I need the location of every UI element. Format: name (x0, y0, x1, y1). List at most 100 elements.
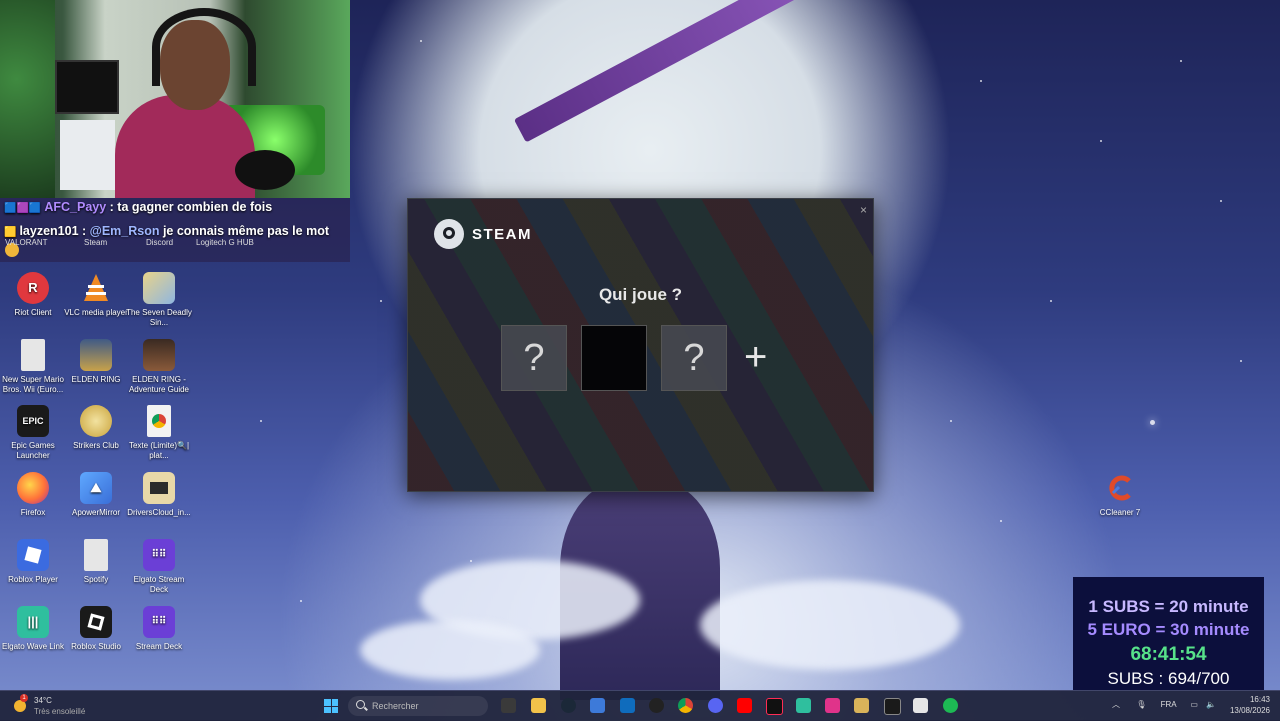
chat-text: je connais même pas le mot (159, 224, 329, 238)
notepad-icon[interactable] (913, 698, 928, 713)
desktop-icon-roblox-studio[interactable]: Roblox Studio (63, 606, 129, 652)
clock[interactable]: 16:43 13/08/2026 (1230, 694, 1270, 716)
desktop-icon-strikers-club[interactable]: Strikers Club (63, 405, 129, 451)
wallpaper-cloud (360, 620, 540, 680)
volume-icon[interactable]: 🔈 (1206, 700, 1216, 709)
desktop-icon-elgato-stream-deck[interactable]: ⠿⠿ Elgato Stream Deck (126, 539, 192, 595)
youtube-icon[interactable] (737, 698, 752, 713)
tiktok-icon[interactable] (766, 698, 783, 715)
ccleaner-icon (1104, 472, 1136, 504)
chat-username: layzen101 (19, 224, 79, 238)
strikers-club-icon (80, 405, 112, 437)
chevron-up-icon[interactable]: ︿ (1112, 700, 1120, 709)
steam-icon (434, 219, 464, 249)
desktop-icon-vlc[interactable]: VLC media player (63, 272, 129, 318)
roblox-studio-icon (80, 606, 112, 638)
desktop-icon-label: Roblox Player (8, 575, 58, 584)
microphone-icon[interactable]: 🎙 (1136, 700, 1146, 709)
obs-icon[interactable] (649, 698, 664, 713)
chrome-icon (147, 405, 171, 437)
profile-unknown-1[interactable]: ? (501, 325, 567, 391)
desktop-label-logitech: Logitech G HUB (196, 238, 254, 247)
language-indicator[interactable]: FRA (1161, 700, 1177, 709)
euro-rate-text: 5 EURO = 30 minute (1087, 620, 1250, 639)
network-icon[interactable]: ▭ (1190, 700, 1198, 709)
desktop-icon-label: ApowerMirror (71, 508, 120, 517)
clock-date: 13/08/2026 (1229, 706, 1270, 715)
webcam-feed (0, 0, 350, 198)
steam-brand-text: STEAM (472, 225, 532, 243)
start-button[interactable] (324, 699, 338, 713)
subs-rate-text: 1 SUBS = 20 minute (1088, 597, 1249, 616)
desktop-icon-label: Spotify (83, 575, 109, 584)
chat-text: : ta gagner combien de fois (106, 200, 273, 214)
desktop-icon-label: Elgato Stream Deck (133, 575, 185, 594)
elgato-icon[interactable] (825, 698, 840, 713)
epic-games-icon: EPIC (17, 405, 49, 437)
profile-unknown-2[interactable]: ? (661, 325, 727, 391)
desktop-icon-mario-wii[interactable]: New Super Mario Bros. Wii (Euro... (0, 339, 66, 395)
desktop-icon-label: CCleaner 7 (1099, 508, 1141, 517)
dialog-title: Qui joue ? (598, 285, 683, 304)
chat-username: AFC_Payy (44, 200, 107, 214)
stream-deck-icon: ⠿⠿ (143, 606, 175, 638)
desktop-icon-elden-ring-guide[interactable]: ELDEN RING - Adventure Guide (126, 339, 192, 395)
chat-overlay: 🟦🟪🟦 AFC_Payy : ta gagner combien de fois … (0, 198, 350, 262)
desktop-icon-label: Stream Deck (135, 642, 183, 651)
desktop-icon-elden-ring[interactable]: ELDEN RING (63, 339, 129, 385)
roblox-player-icon (17, 539, 49, 571)
close-button[interactable]: × (860, 203, 867, 217)
weather-description: Très ensoleillé (34, 707, 86, 716)
subathon-counter: 1 SUBS = 20 minute 5 EURO = 30 minute 68… (1073, 577, 1264, 690)
clock-time: 16:43 (1249, 695, 1270, 704)
profile-avatar[interactable] (581, 325, 647, 391)
folder-icon[interactable] (531, 698, 546, 713)
chat-message: 🟦🟪🟦 AFC_Payy : ta gagner combien de fois (4, 200, 272, 214)
file-icon (21, 339, 45, 371)
file-explorer-icon[interactable] (501, 698, 516, 713)
add-profile-button[interactable]: + (744, 331, 767, 383)
desktop-icon-seven-deadly-sins[interactable]: The Seven Deadly Sin... (126, 272, 192, 328)
drivers-cloud-icon (143, 472, 175, 504)
wave-link-icon: ||| (17, 606, 49, 638)
chat-message: 🟨 layzen101 : @Em_Rson je connais même pa… (4, 224, 329, 238)
desktop-icon-driverscloud[interactable]: DriversCloud_in... (126, 472, 192, 518)
desktop-icon-apowermirror[interactable]: ⛰ ApowerMirror (63, 472, 129, 518)
chat-badges: 🟦🟪🟦 (4, 203, 42, 214)
chrome-icon[interactable] (678, 698, 693, 713)
desktop-icon-label: Roblox Studio (71, 642, 121, 651)
desktop-icon-firefox[interactable]: Firefox (0, 472, 66, 518)
steam-profile-dialog: STEAM × Qui joue ? ? ? + (407, 198, 874, 492)
desktop-icon-label: Strikers Club (73, 441, 119, 450)
desktop-icon-label: New Super Mario Bros. Wii (Euro... (2, 375, 64, 394)
weather-widget[interactable]: 1 34°C Très ensoleillé (12, 694, 122, 718)
desktop-icon-elgato-wave-link[interactable]: ||| Elgato Wave Link (0, 606, 66, 652)
discord-icon[interactable] (708, 698, 723, 713)
store-icon[interactable] (590, 698, 605, 713)
desktop-icon-riot-client[interactable]: R Riot Client (0, 272, 66, 318)
search-placeholder: Rechercher (372, 701, 419, 711)
desktop-icon-texte-limite[interactable]: Texte (Limite)🔍| plat... (126, 405, 192, 461)
desktop-icon-roblox-player[interactable]: Roblox Player (0, 539, 66, 585)
steam-logo: STEAM (434, 219, 532, 249)
outlook-icon[interactable] (620, 698, 635, 713)
wave-link-icon[interactable] (796, 698, 811, 713)
desktop-icon-label: ELDEN RING - Adventure Guide (128, 375, 190, 394)
desktop-icon-spotify[interactable]: Spotify (63, 539, 129, 585)
desktop-label-discord: Discord (146, 238, 174, 247)
desktop-icon-ccleaner[interactable]: CCleaner 7 (1087, 472, 1153, 518)
wallpaper-sword (513, 0, 818, 143)
desktop-icon-label: Elgato Wave Link (2, 642, 64, 651)
desktop-icon-label: DriversCloud_in... (127, 508, 191, 517)
desktop-icon-epic-games[interactable]: EPIC Epic Games Launcher (0, 405, 66, 461)
elden-ring-icon (80, 339, 112, 371)
epic-games-icon[interactable] (884, 698, 901, 715)
desktop-icon-stream-deck[interactable]: ⠿⠿ Stream Deck (126, 606, 192, 652)
desktop-icon-label: Riot Client (14, 308, 52, 317)
desktop-label-steam: Steam (84, 238, 108, 247)
spotify-icon[interactable] (943, 698, 958, 713)
desktop-icon-label: Texte (Limite)🔍| plat... (128, 441, 190, 460)
taskbar-search[interactable]: Rechercher (348, 696, 488, 716)
steam-icon[interactable] (561, 698, 576, 713)
mario-icon[interactable] (854, 698, 869, 713)
